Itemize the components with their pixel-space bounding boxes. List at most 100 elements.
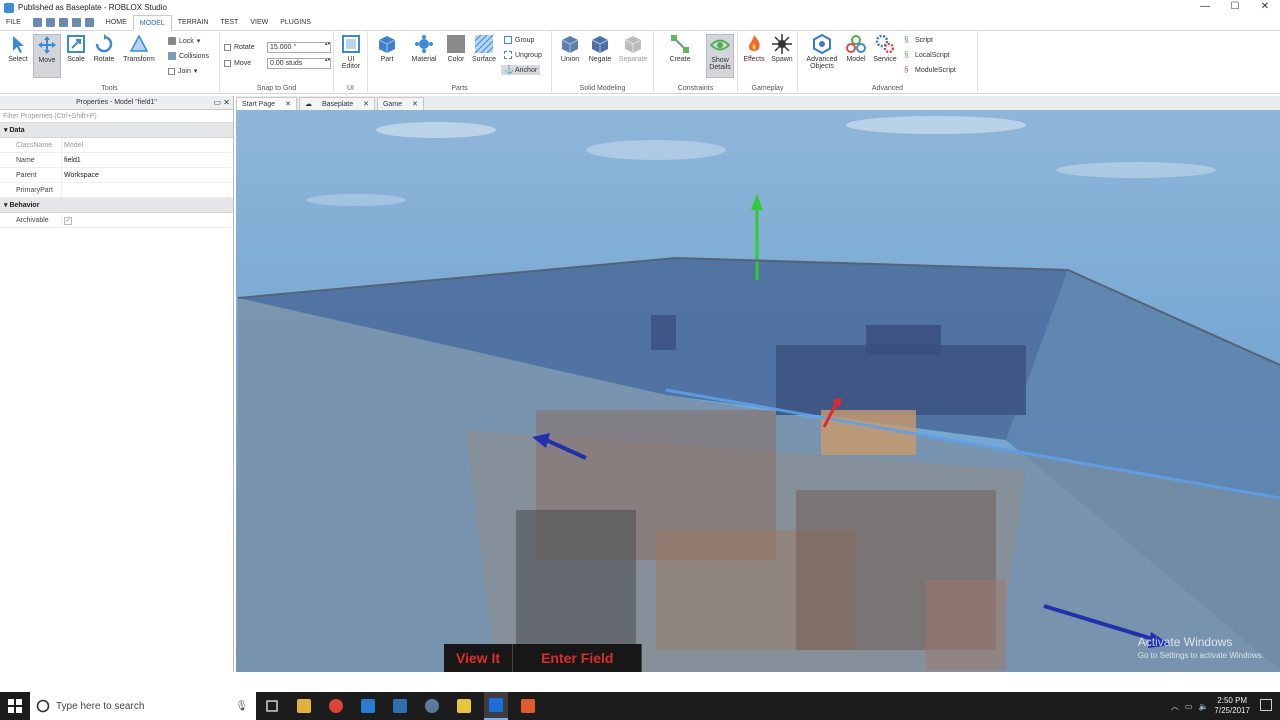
taskbar-app-recorder[interactable] xyxy=(516,692,540,720)
tab-game[interactable]: Game ✕ xyxy=(376,97,424,110)
move-snap-checkbox[interactable] xyxy=(224,60,231,67)
property-row-archivable: Archivable ✓ xyxy=(0,213,233,228)
network-icon[interactable]: ▭ xyxy=(1185,702,1193,711)
tab-plugins[interactable]: PLUGINS xyxy=(274,15,317,31)
rotate-button[interactable]: Rotate xyxy=(90,34,118,63)
union-button[interactable]: Union xyxy=(556,34,584,63)
solid-modeling-group-label: Solid Modeling xyxy=(579,85,626,92)
tab-test[interactable]: TEST xyxy=(214,15,244,31)
menu-bar: FILE HOME MODEL TERRAIN TEST VIEW PLUGIN… xyxy=(0,14,1280,31)
undo-icon[interactable] xyxy=(45,18,55,27)
scale-button[interactable]: Scale xyxy=(63,34,89,63)
file-explorer-icon xyxy=(297,699,311,713)
material-button[interactable]: Material xyxy=(408,34,440,63)
quick-access-toolbar xyxy=(32,18,94,27)
taskbar-app-explorer[interactable] xyxy=(292,692,316,720)
negate-button[interactable]: Negate xyxy=(586,34,614,63)
rotate-snap-checkbox[interactable] xyxy=(224,44,231,51)
tab-home[interactable]: HOME xyxy=(100,15,133,31)
start-button[interactable] xyxy=(0,692,30,720)
move-snap-input[interactable]: 0.00 studs xyxy=(267,58,331,69)
show-details-button[interactable]: Show Details xyxy=(706,34,734,78)
lock-toggle[interactable]: Lock ▾ xyxy=(168,37,200,45)
primarypart-value-field[interactable] xyxy=(62,183,64,197)
move-button[interactable]: Move xyxy=(33,34,61,78)
tray-chevron-icon[interactable]: ︿ xyxy=(1171,701,1179,712)
task-view-button[interactable] xyxy=(260,692,284,720)
tab-view[interactable]: VIEW xyxy=(244,15,274,31)
model-button[interactable]: Model xyxy=(842,34,870,63)
notifications-icon[interactable] xyxy=(1260,699,1272,711)
separate-button[interactable]: Separate xyxy=(616,34,650,63)
parent-value-field[interactable]: Workspace xyxy=(62,168,99,182)
new-file-icon[interactable] xyxy=(32,18,42,27)
archivable-checkbox[interactable]: ✓ xyxy=(64,217,72,225)
transform-button[interactable]: Transform xyxy=(120,34,158,63)
name-value-field[interactable]: field1 xyxy=(62,153,81,167)
filter-properties-input[interactable]: Filter Properties (Ctrl+Shift+P) xyxy=(0,110,233,123)
rotate-snap-input[interactable]: 15.000 ° xyxy=(267,42,331,53)
stop-icon[interactable] xyxy=(84,18,94,27)
advanced-objects-button[interactable]: Advanced Objects xyxy=(802,34,842,70)
join-toggle[interactable]: Join ▾ xyxy=(168,67,197,75)
volume-icon[interactable]: 🔈 xyxy=(1198,702,1208,711)
tab-close-icon[interactable]: ✕ xyxy=(363,98,369,110)
ungroup-button[interactable]: Ungroup xyxy=(504,51,542,59)
script-button[interactable]: § Script xyxy=(904,36,933,44)
3d-viewport[interactable]: View It Enter Field Activate Windows Go … xyxy=(236,110,1280,672)
undock-icon[interactable]: ▭ xyxy=(214,98,222,107)
tab-baseplate[interactable]: ☁ Baseplate ✕ xyxy=(298,97,375,110)
advanced-group: Advanced Objects Model Service § Script … xyxy=(798,31,978,94)
color-button[interactable]: Color xyxy=(444,34,468,63)
negate-icon xyxy=(591,36,609,53)
group-button[interactable]: Group xyxy=(504,36,534,44)
maximize-button[interactable]: ☐ xyxy=(1220,0,1250,15)
part-button[interactable]: Part xyxy=(372,34,402,63)
surface-button[interactable]: Surface xyxy=(470,34,498,63)
minimize-button[interactable]: — xyxy=(1190,0,1220,15)
taskbar-app-notes[interactable] xyxy=(452,692,476,720)
tab-file[interactable]: FILE xyxy=(0,15,27,31)
taskbar-app-vs[interactable] xyxy=(356,692,380,720)
section-behavior[interactable]: ▾ Behavior xyxy=(0,198,233,213)
tab-terrain[interactable]: TERRAIN xyxy=(172,15,215,31)
title-bar: Published as Baseplate - ROBLOX Studio —… xyxy=(0,0,1280,15)
service-button[interactable]: Service xyxy=(870,34,900,63)
solid-modeling-group: Union Negate Separate Solid Modeling xyxy=(552,31,654,94)
create-button[interactable]: Create xyxy=(666,34,694,63)
tools-group: Select Move Scale Rotate Transform Lock ▾… xyxy=(0,31,220,94)
clock[interactable]: 2:50 PM 7/25/2017 xyxy=(1214,696,1250,716)
taskbar-search-box[interactable]: Type here to search 🎙 xyxy=(30,692,256,720)
tab-close-icon[interactable]: ✕ xyxy=(285,98,291,110)
windows-icon xyxy=(8,699,22,713)
view-it-button[interactable]: View It xyxy=(444,644,514,672)
join-checkbox[interactable] xyxy=(168,67,175,75)
enter-field-button[interactable]: Enter Field xyxy=(513,644,643,672)
property-row-classname: ClassName Model xyxy=(0,138,233,153)
tab-start-page[interactable]: Start Page ✕ xyxy=(236,97,297,110)
microphone-icon[interactable]: 🎙 xyxy=(235,701,248,712)
spawn-icon xyxy=(772,34,792,54)
publish-icon[interactable] xyxy=(71,18,81,27)
collisions-toggle[interactable]: Collisions xyxy=(168,52,209,60)
panel-close-icon[interactable]: ✕ xyxy=(223,98,230,107)
ui-editor-button[interactable]: UI Editor xyxy=(338,34,364,70)
redo-icon[interactable] xyxy=(58,18,68,27)
localscript-button[interactable]: § LocalScript xyxy=(904,51,950,59)
select-button[interactable]: Select xyxy=(4,34,32,63)
effects-button[interactable]: Effects xyxy=(740,34,768,63)
tab-close-icon[interactable]: ✕ xyxy=(412,98,418,110)
taskbar-app-chrome[interactable] xyxy=(324,692,348,720)
spawn-button[interactable]: Spawn xyxy=(768,34,796,63)
section-data[interactable]: ▾ Data xyxy=(0,123,233,138)
taskbar-app-word[interactable] xyxy=(388,692,412,720)
properties-header: Properties - Model "field1" ▭ ✕ xyxy=(0,96,233,110)
tab-model[interactable]: MODEL xyxy=(132,14,172,31)
anchor-button[interactable]: ⚓ Anchor xyxy=(501,65,541,75)
chrome-icon xyxy=(329,699,343,713)
material-icon xyxy=(415,35,433,53)
taskbar-app-steam[interactable] xyxy=(420,692,444,720)
taskbar-app-roblox-studio[interactable] xyxy=(484,692,508,720)
modulescript-button[interactable]: § ModuleScript xyxy=(904,66,956,74)
close-button[interactable]: ✕ xyxy=(1250,0,1280,15)
